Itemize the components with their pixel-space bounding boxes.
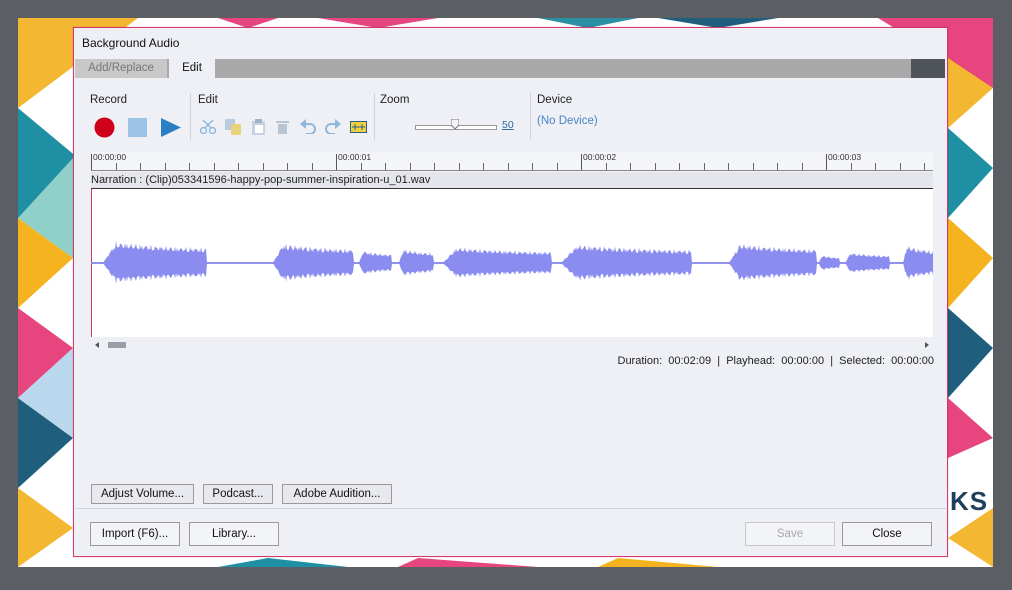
zoom-value[interactable]: 50 (502, 119, 514, 131)
record-group-label: Record (90, 94, 128, 106)
status-bar: Duration: 00:02:09 | Playhead: 00:00:00 … (617, 355, 935, 367)
ruler-label: 00:00:01 (338, 152, 372, 162)
zoom-group-label: Zoom (380, 94, 410, 106)
waveform-area[interactable] (91, 189, 933, 337)
scroll-right-arrow (925, 342, 929, 348)
copy-icon[interactable] (225, 119, 242, 135)
waveform-shape (91, 240, 933, 284)
separator (530, 93, 531, 140)
separator (190, 93, 191, 140)
tab-edit[interactable]: Edit (169, 59, 215, 78)
edit-group-label: Edit (198, 94, 218, 106)
duration-label: Duration: (617, 355, 663, 367)
record-icon[interactable] (94, 117, 115, 138)
tab-add-replace[interactable]: Add/Replace (75, 59, 167, 78)
ruler-label: 00:00:00 (93, 152, 127, 162)
duration-value: 00:02:09 (668, 355, 712, 367)
device-value[interactable]: (No Device) (537, 115, 598, 127)
adjust-volume-button[interactable]: Adjust Volume... (91, 484, 194, 504)
selected-value: 00:00:00 (891, 355, 934, 367)
scroll-thumb (108, 342, 126, 348)
adobe-audition-button[interactable]: Adobe Audition... (282, 484, 392, 504)
scrollbar-graphics (95, 342, 929, 348)
library-button[interactable]: Library... (189, 522, 279, 546)
waveform (91, 189, 933, 337)
playhead-value: 00:00:00 (781, 355, 825, 367)
undo-icon[interactable] (300, 119, 316, 134)
tab-bar-end (911, 59, 945, 78)
zoom-slider-thumb[interactable] (451, 119, 459, 129)
background-audio-dialog: Background Audio Add/Replace Edit Record… (73, 27, 948, 557)
paste-icon[interactable] (251, 119, 266, 135)
selected-label: Selected: (839, 355, 886, 367)
device-group-label: Device (537, 94, 573, 106)
insert-silence-icon[interactable] (350, 121, 367, 133)
playhead-label: Playhead: (726, 355, 776, 367)
import-button[interactable]: Import (F6)... (90, 522, 180, 546)
footer-separator (75, 508, 946, 509)
timeline-ruler[interactable]: 00:00:00 00:00:01 00:00:02 00:00:03 (91, 152, 933, 171)
stop-icon[interactable] (128, 118, 147, 137)
background-logo-text: KS (950, 486, 989, 516)
tab-bar: Add/Replace Edit (75, 59, 945, 78)
separator (374, 93, 375, 140)
scroll-left-arrow (95, 342, 99, 348)
cut-icon[interactable] (200, 120, 216, 134)
save-button[interactable]: Save (745, 522, 835, 546)
redo-icon[interactable] (325, 119, 341, 134)
close-button[interactable]: Close (842, 522, 932, 546)
timeline-scrollbar[interactable] (91, 338, 933, 350)
ruler-label: 00:00:02 (583, 152, 617, 162)
track-label: Narration : (Clip)053341596-happy-pop-su… (91, 172, 933, 188)
ruler-label: 00:00:03 (828, 152, 862, 162)
ruler-ticks (91, 154, 925, 170)
delete-icon[interactable] (276, 120, 289, 134)
podcast-button[interactable]: Podcast... (203, 484, 273, 504)
play-icon[interactable] (161, 118, 181, 137)
dialog-title: Background Audio (82, 36, 180, 50)
